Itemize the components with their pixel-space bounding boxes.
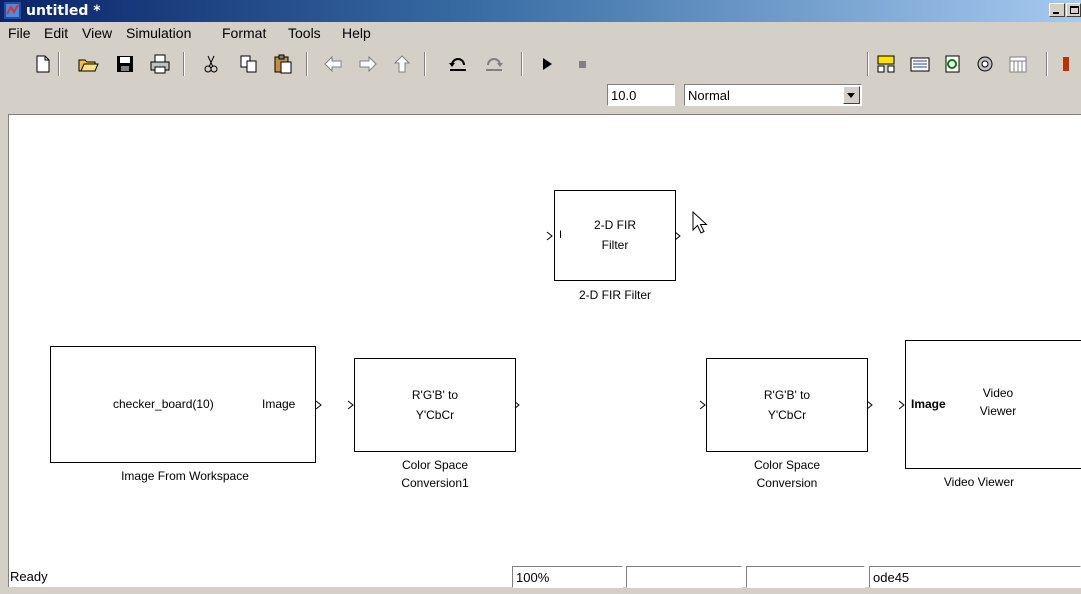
debug-icon[interactable]	[974, 53, 996, 75]
simulation-mode-select[interactable]: Normal	[684, 84, 862, 106]
toolbar-separator	[183, 52, 185, 76]
color-space-conversion-caption-line1[interactable]: Color Space	[706, 457, 868, 473]
toolbar-separator	[1046, 52, 1048, 76]
stop-simulation-icon[interactable]	[572, 53, 594, 75]
menu-format[interactable]: Format	[222, 24, 266, 42]
paste-icon[interactable]	[272, 53, 294, 75]
model-canvas[interactable]: I 2-D FIR Filter 2-D FIR Filter checker_…	[8, 114, 1081, 587]
toolbar-separator	[424, 52, 426, 76]
image-from-workspace-output-port-label: Image	[262, 397, 296, 411]
fir-filter-line1: 2-D FIR	[594, 218, 636, 232]
start-simulation-icon[interactable]	[536, 53, 558, 75]
fir-filter-caption[interactable]: 2-D FIR Filter	[539, 287, 691, 303]
save-icon[interactable]	[114, 53, 136, 75]
new-model-icon[interactable]	[32, 53, 54, 75]
color-space-conversion1-caption-line1[interactable]: Color Space	[354, 457, 516, 473]
toolbar-separator	[58, 52, 60, 76]
toolbar-separator	[521, 52, 523, 76]
update-diagram-icon[interactable]	[942, 53, 964, 75]
model-advisor-icon[interactable]	[1059, 53, 1069, 75]
menu-edit[interactable]: Edit	[44, 24, 68, 42]
minimize-button[interactable]	[1049, 3, 1065, 17]
cut-icon[interactable]	[200, 53, 222, 75]
menu-help[interactable]: Help	[342, 24, 371, 42]
fir-filter-line2: Filter	[601, 238, 629, 252]
forward-arrow-icon[interactable]	[357, 53, 379, 75]
calendar-icon[interactable]	[1007, 53, 1029, 75]
open-folder-icon[interactable]	[77, 53, 99, 75]
mouse-pointer-icon	[692, 211, 708, 234]
video-viewer-line2: Viewer	[979, 404, 1017, 418]
simulation-mode-value: Normal	[688, 88, 730, 103]
color-space-conversion-line2: Y'CbCr	[767, 408, 807, 422]
back-arrow-icon[interactable]	[322, 53, 344, 75]
title-bar[interactable]: untitled *	[0, 0, 1081, 22]
image-from-workspace-text: checker_board(10)	[113, 397, 214, 411]
menu-view[interactable]: View	[82, 24, 112, 42]
copy-icon[interactable]	[238, 53, 260, 75]
status-field-empty-1	[626, 566, 742, 588]
redo-icon[interactable]	[483, 53, 505, 75]
image-from-workspace-caption[interactable]: Image From Workspace	[60, 468, 310, 484]
toolbar-separator	[306, 52, 308, 76]
color-space-conversion-line1: R'G'B' to	[763, 388, 811, 402]
solver-status: ode45	[869, 566, 1081, 588]
maximize-button[interactable]	[1066, 3, 1081, 17]
color-space-conversion1-caption-line2[interactable]: Conversion1	[354, 475, 516, 491]
menu-file[interactable]: File	[8, 24, 31, 42]
toolbar-separator	[867, 52, 869, 76]
color-space-conversion1-line1: R'G'B' to	[411, 388, 459, 402]
up-arrow-icon[interactable]	[391, 53, 413, 75]
status-text: Ready	[10, 569, 48, 584]
color-space-conversion-caption-line2[interactable]: Conversion	[706, 475, 868, 491]
undo-icon[interactable]	[447, 53, 469, 75]
video-viewer-block[interactable]: Image Video Viewer	[905, 340, 1081, 469]
video-viewer-line1: Video	[982, 386, 1014, 400]
menu-simulation[interactable]: Simulation	[126, 24, 191, 42]
print-icon[interactable]	[149, 53, 171, 75]
fir-filter-block[interactable]: I 2-D FIR Filter	[554, 190, 676, 281]
color-space-conversion1-block[interactable]: R'G'B' to Y'CbCr	[354, 358, 516, 452]
menu-tools[interactable]: Tools	[288, 24, 321, 42]
video-viewer-caption[interactable]: Video Viewer	[919, 474, 1039, 490]
color-space-conversion-block[interactable]: R'G'B' to Y'CbCr	[706, 358, 868, 452]
model-explorer-icon[interactable]	[875, 53, 897, 75]
library-browser-icon[interactable]	[909, 53, 931, 75]
window-title: untitled *	[26, 3, 101, 19]
menu-bar: File Edit View Simulation Format Tools H…	[0, 22, 1081, 44]
toolbar-right-group	[867, 44, 1081, 81]
simulink-app-icon[interactable]	[4, 2, 21, 19]
chevron-down-icon[interactable]	[843, 86, 860, 104]
video-viewer-input-port-label: Image	[911, 397, 946, 411]
color-space-conversion1-line2: Y'CbCr	[415, 408, 455, 422]
zoom-status: 100%	[512, 566, 623, 588]
status-field-empty-2	[746, 566, 865, 588]
image-from-workspace-block[interactable]: checker_board(10) Image	[50, 346, 316, 463]
stop-time-input[interactable]: 10.0	[607, 84, 675, 106]
